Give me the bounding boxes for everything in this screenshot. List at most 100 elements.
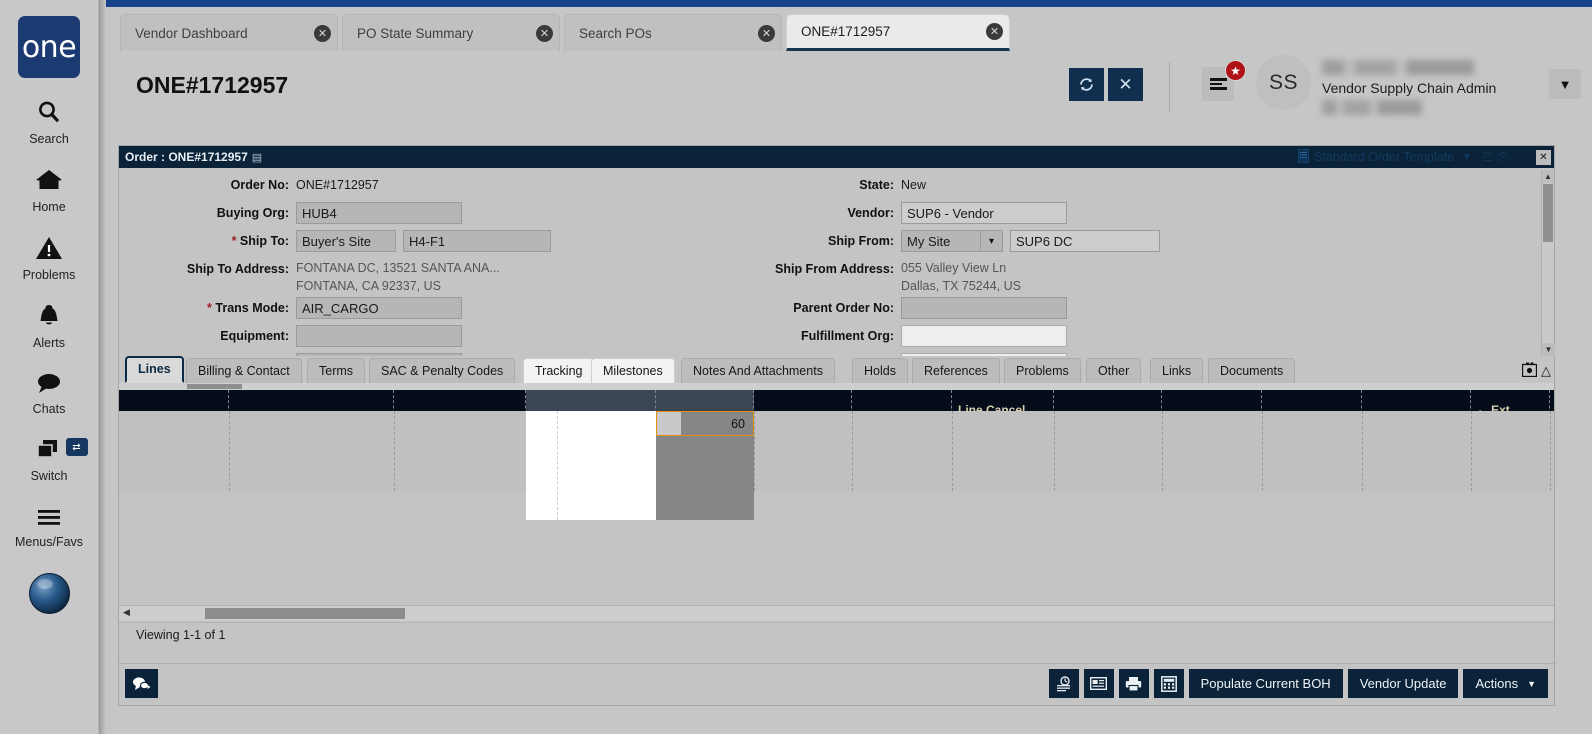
window-tab-po-state-summary[interactable]: PO State Summary ✕ — [342, 14, 560, 51]
scroll-left-arrow-icon[interactable]: ◀ — [123, 607, 130, 618]
field-trans-mode[interactable]: * Trans Mode: AIR_CARGO — [119, 297, 589, 320]
chat-button[interactable] — [125, 669, 158, 698]
ship-from-select[interactable]: My Site — [901, 230, 981, 252]
vendor-input[interactable]: SUP6 - Vendor — [901, 202, 1067, 224]
field-label: Equipment: — [119, 325, 289, 343]
sidebar-item-menus-favs[interactable]: Menus/Favs — [0, 504, 99, 549]
chevron-down-icon[interactable]: ▾ — [981, 230, 1003, 252]
scroll-up-arrow-icon[interactable]: ▲ — [1542, 170, 1554, 183]
tab-sac-penalty-codes[interactable]: SAC & Penalty Codes — [369, 358, 515, 383]
field-label: Ship From: — [679, 230, 894, 248]
document-icon[interactable]: ▤ — [252, 151, 262, 164]
redacted-user-name — [1322, 60, 1474, 75]
scrollbar-thumb[interactable] — [1543, 184, 1553, 242]
refresh-button[interactable] — [1069, 68, 1104, 101]
template-selector[interactable]: Standard Order Template ▼ ☲ 👁 — [1298, 146, 1514, 168]
field-equipment[interactable]: Equipment: — [119, 325, 589, 348]
parent-order-no-input[interactable] — [901, 297, 1067, 319]
promise-quantity-editing-cell[interactable]: 60 — [656, 411, 754, 436]
panel-title-bar: Order : ONE#1712957 ▤ Standard Order Tem… — [119, 146, 1554, 168]
switch-badge-icon[interactable]: ⇄ — [66, 438, 88, 456]
fulfillment-org-input[interactable] — [901, 325, 1067, 347]
sidebar-item-alerts[interactable]: Alerts — [0, 303, 99, 350]
tab-holds[interactable]: Holds — [852, 358, 908, 383]
tab-notes-and-attachments[interactable]: Notes And Attachments — [681, 358, 835, 383]
template-label: Standard Order Template — [1314, 150, 1454, 164]
window-tab-vendor-dashboard[interactable]: Vendor Dashboard ✕ — [120, 14, 338, 51]
ship-to-site-input[interactable]: Buyer's Site — [296, 230, 396, 252]
panel-title-label: Order : ONE#1712957 — [125, 150, 248, 164]
tab-problems[interactable]: Problems — [1004, 358, 1081, 383]
scrollbar-thumb[interactable] — [187, 384, 242, 389]
window-tab-one-1712957[interactable]: ONE#1712957 ✕ — [786, 14, 1010, 51]
rail-shadow — [99, 0, 106, 734]
close-icon[interactable]: ✕ — [536, 25, 553, 42]
tab-milestones[interactable]: Milestones — [591, 358, 675, 383]
close-icon[interactable]: ✕ — [986, 23, 1003, 40]
tab-label: Search POs — [579, 26, 750, 41]
calculator-icon-button[interactable] — [1154, 669, 1184, 698]
tab-other[interactable]: Other — [1086, 358, 1141, 383]
chevron-down-icon[interactable]: ▼ — [1462, 152, 1472, 163]
sidebar-item-problems[interactable]: Problems — [0, 235, 99, 282]
user-menu-chevron-down-icon[interactable]: ▼ — [1549, 69, 1581, 99]
header-divider — [1169, 62, 1170, 111]
buying-org-input[interactable]: HUB4 — [296, 202, 462, 224]
populate-current-boh-button[interactable]: Populate Current BOH — [1189, 669, 1343, 698]
field-order-no: Order No: ONE#1712957 — [119, 174, 589, 197]
panel-close-icon[interactable]: ✕ — [1536, 150, 1551, 165]
history-icon-button[interactable] — [1049, 669, 1079, 698]
ship-to-code-input[interactable]: H4-F1 — [403, 230, 551, 252]
tab-terms[interactable]: Terms — [307, 358, 365, 383]
tab-links[interactable]: Links — [1150, 358, 1203, 383]
one-logo[interactable]: one — [18, 16, 80, 78]
redacted-user-org — [1322, 100, 1422, 115]
card-view-icon-button[interactable] — [1084, 669, 1114, 698]
avatar[interactable]: SS — [1256, 55, 1311, 110]
tab-references[interactable]: References — [912, 358, 1000, 383]
tab-lines[interactable]: Lines — [125, 356, 184, 383]
scroll-down-arrow-icon[interactable]: ▼ — [1542, 343, 1555, 356]
close-page-button[interactable]: ✕ — [1108, 68, 1143, 101]
equipment-input[interactable] — [296, 325, 462, 347]
form-vertical-scrollbar[interactable]: ▲ ▼ — [1541, 170, 1554, 356]
ship-from-site-input[interactable]: SUP6 DC — [1010, 230, 1160, 252]
vendor-update-button[interactable]: Vendor Update — [1348, 669, 1459, 698]
sidebar-item-label: Alerts — [33, 336, 65, 350]
field-ship-from[interactable]: Ship From: My Site ▾ SUP6 DC — [679, 230, 1199, 253]
tab-documents[interactable]: Documents — [1208, 358, 1295, 383]
page-header: ONE#1712957 ✕ ★ SS Vendor Supply Chain A… — [106, 51, 1592, 125]
field-label: * Trans Mode: — [119, 297, 289, 315]
window-tab-search-pos[interactable]: Search POs ✕ — [564, 14, 782, 51]
sidebar-item-search[interactable]: Search — [0, 99, 99, 146]
sidebar-item-label: Search — [29, 132, 69, 146]
eye-icon[interactable]: 👁 — [1496, 150, 1511, 164]
sidebar-item-switch[interactable]: ⇄ Switch — [0, 437, 99, 483]
actions-button[interactable]: Actions ▼ — [1463, 669, 1548, 698]
field-fulfillment-org[interactable]: Fulfillment Org: — [679, 325, 1199, 348]
sidebar-item-label: Home — [32, 200, 65, 214]
sidebar-item-chats[interactable]: Chats — [0, 371, 99, 416]
tree-view-icon[interactable]: ☲ — [1482, 150, 1493, 164]
expand-collapse-icon[interactable]: △ — [1541, 363, 1551, 379]
tab-tracking[interactable]: Tracking — [523, 358, 594, 383]
gear-icon[interactable] — [1522, 362, 1537, 380]
grid-horizontal-scrollbar[interactable]: ◀ — [119, 605, 1554, 621]
sidebar-item-home[interactable]: Home — [0, 167, 99, 214]
close-icon[interactable]: ✕ — [758, 25, 775, 42]
lines-grid: mise Item Item State RequestQuantity ✎∗ … — [119, 383, 1554, 647]
grid-top-scrollbar[interactable] — [119, 383, 1554, 390]
field-label: Ship To Address: — [119, 258, 289, 276]
field-vendor[interactable]: Vendor: SUP6 - Vendor — [679, 202, 1199, 225]
printer-icon-button[interactable] — [1119, 669, 1149, 698]
assistant-orb-icon[interactable] — [29, 573, 70, 614]
ship-to-address-value: FONTANA DC, 13521 SANTA ANA... FONTANA, … — [289, 258, 500, 293]
trans-mode-input[interactable]: AIR_CARGO — [296, 297, 462, 319]
field-ship-to[interactable]: * Ship To: Buyer's Site H4-F1 — [119, 230, 589, 253]
close-icon[interactable]: ✕ — [314, 25, 331, 42]
field-parent-order-no[interactable]: Parent Order No: — [679, 297, 1199, 320]
scrollbar-thumb[interactable] — [205, 608, 405, 619]
tab-billing-contact[interactable]: Billing & Contact — [186, 358, 302, 383]
field-buying-org[interactable]: Buying Org: HUB4 — [119, 202, 589, 225]
favorites-star-badge-icon[interactable]: ★ — [1225, 60, 1246, 81]
